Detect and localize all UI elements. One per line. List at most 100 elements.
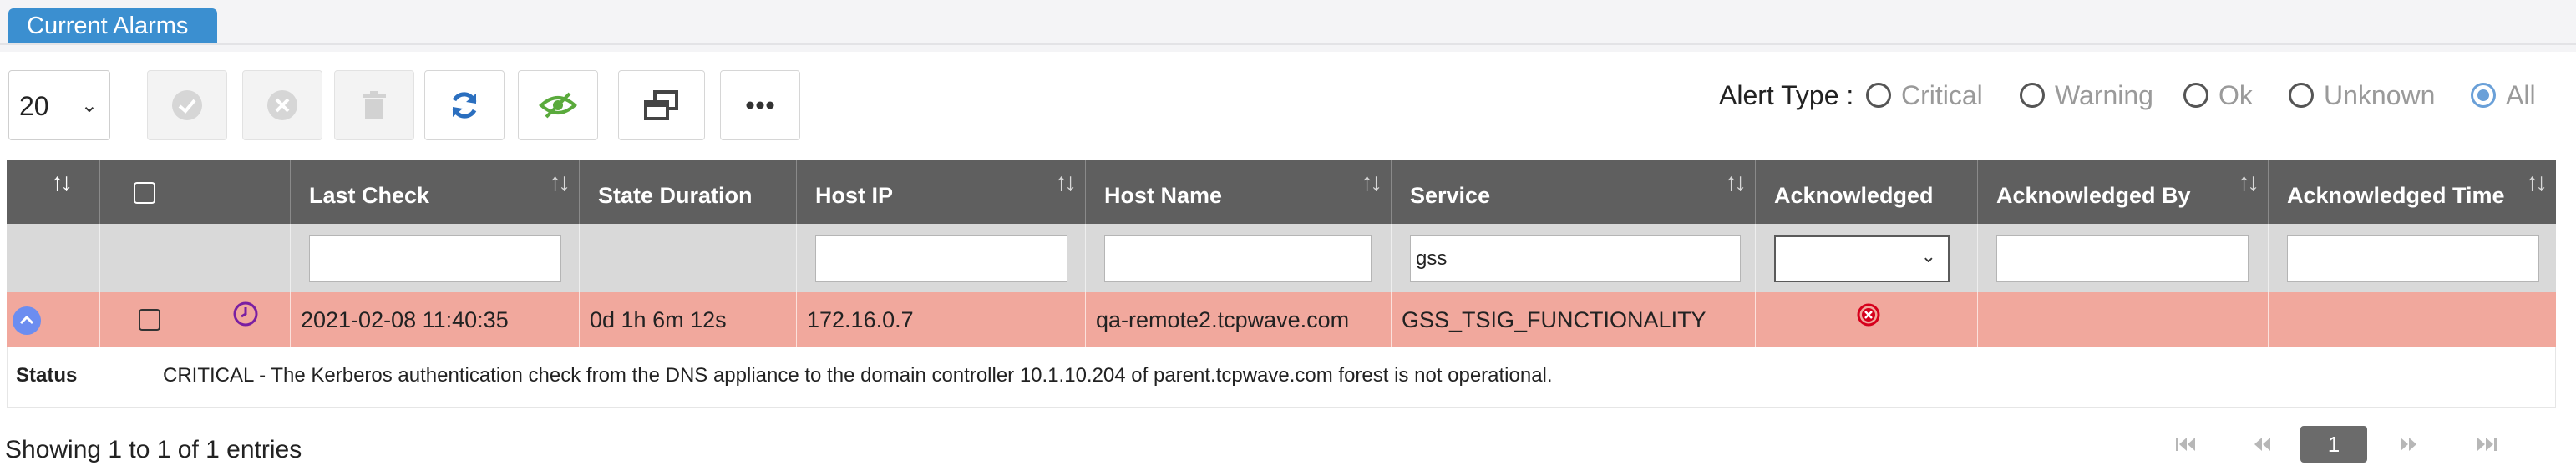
radio-label: Unknown	[2324, 79, 2436, 110]
tab-underline	[0, 43, 2576, 45]
radio-all[interactable]: All	[2471, 77, 2536, 114]
header-icon-col	[195, 160, 291, 224]
x-circle-icon	[267, 90, 297, 120]
radio-warning[interactable]: Warning	[2020, 77, 2153, 114]
tab-current-alarms[interactable]: Current Alarms	[8, 8, 217, 43]
header-service[interactable]: Service ↑↓	[1392, 160, 1756, 224]
header-select-all	[100, 160, 195, 224]
refresh-icon	[452, 92, 477, 119]
filter-cell	[1978, 224, 2269, 292]
status-message: CRITICAL - The Kerberos authentication c…	[163, 364, 1553, 387]
status-detail-row: Status CRITICAL - The Kerberos authentic…	[7, 347, 2556, 408]
filter-cell	[2269, 224, 2556, 292]
ellipsis-icon	[746, 101, 774, 109]
filter-cell	[195, 224, 291, 292]
header-last-check[interactable]: Last Check ↑↓	[291, 160, 580, 224]
first-page-button[interactable]	[2170, 426, 2200, 463]
header-label: Acknowledged Time	[2287, 183, 2505, 208]
last-page-icon	[2477, 438, 2497, 451]
filter-cell	[1086, 224, 1392, 292]
delete-button[interactable]	[334, 70, 414, 140]
clock-cell	[195, 292, 291, 347]
sort-icon: ↑↓	[1055, 169, 1077, 196]
select-all-checkbox[interactable]	[134, 182, 155, 204]
next-page-button[interactable]	[2394, 426, 2424, 463]
refresh-button[interactable]	[424, 70, 505, 140]
filter-cell	[797, 224, 1086, 292]
header-expand[interactable]: ↑↓	[7, 160, 100, 224]
eye-slash-icon	[539, 92, 577, 119]
radio-critical[interactable]: Critical	[1866, 77, 1983, 114]
radio-unknown[interactable]: Unknown	[2289, 77, 2435, 114]
radio-label: Critical	[1901, 79, 1983, 110]
sort-icon: ↑↓	[1361, 169, 1382, 196]
clock-icon[interactable]	[232, 301, 259, 327]
header-label: Acknowledged By	[1996, 183, 2191, 208]
more-button[interactable]	[720, 70, 800, 140]
host-ip-cell: 172.16.0.7	[797, 292, 1086, 347]
service-cell: GSS_TSIG_FUNCTIONALITY	[1392, 292, 1756, 347]
acknowledged-time-cell	[2269, 292, 2556, 347]
entries-info: Showing 1 to 1 of 1 entries	[5, 436, 302, 463]
trash-icon	[363, 91, 386, 119]
page-size-value: 20	[19, 91, 49, 121]
state-duration-cell: 0d 1h 6m 12s	[580, 292, 797, 347]
select-cell	[100, 292, 195, 347]
column-toggle-button[interactable]	[618, 70, 705, 140]
header-acknowledged-time[interactable]: Acknowledged Time ↑↓	[2269, 160, 2556, 224]
header-label: Acknowledged	[1774, 183, 1934, 208]
radio-label: All	[2506, 79, 2536, 110]
radio-label: Warning	[2055, 79, 2153, 110]
radio-label: Ok	[2219, 79, 2253, 110]
host-name-filter-input[interactable]	[1104, 235, 1372, 282]
header-host-ip[interactable]: Host IP ↑↓	[797, 160, 1086, 224]
status-label: Status	[16, 364, 78, 387]
sort-icon: ↑↓	[1725, 169, 1747, 196]
filter-cell: gss	[1392, 224, 1756, 292]
radio-circle-selected	[2471, 83, 2496, 108]
header-state-duration: State Duration	[580, 160, 797, 224]
radio-circle	[2020, 83, 2045, 108]
alert-type-label: Alert Type :	[1719, 80, 1854, 110]
radio-circle	[2183, 83, 2208, 108]
sort-icon: ↑↓	[2526, 169, 2548, 196]
acknowledge-button[interactable]	[147, 70, 227, 140]
radio-ok[interactable]: Ok	[2183, 77, 2253, 114]
service-filter-input[interactable]: gss	[1410, 235, 1741, 282]
header-acknowledged-by[interactable]: Acknowledged By ↑↓	[1978, 160, 2269, 224]
chevron-down-icon: ⌄	[80, 94, 98, 117]
page-number-current[interactable]: 1	[2300, 426, 2367, 463]
check-circle-icon	[172, 90, 202, 120]
acknowledged-filter-select[interactable]: ⌄	[1774, 235, 1950, 282]
sort-icon: ↑↓	[549, 169, 570, 196]
last-page-button[interactable]	[2472, 426, 2502, 463]
host-ip-filter-input[interactable]	[815, 235, 1067, 282]
header-label: State Duration	[598, 183, 753, 208]
toggle-visibility-button[interactable]	[518, 70, 598, 140]
first-page-icon	[2176, 438, 2195, 451]
last-check-filter-input[interactable]	[309, 235, 561, 282]
previous-page-icon	[2254, 438, 2270, 451]
filter-cell	[291, 224, 580, 292]
filter-row: gss ⌄	[7, 224, 2556, 292]
header-label: Host IP	[815, 183, 894, 208]
acknowledged-time-filter-input[interactable]	[2287, 235, 2539, 282]
previous-page-button[interactable]	[2247, 426, 2277, 463]
table-header: ↑↓ Last Check ↑↓ State Duration Host IP …	[7, 160, 2556, 224]
filter-cell: ⌄	[1756, 224, 1978, 292]
acknowledged-by-filter-input[interactable]	[1996, 235, 2249, 282]
chevron-up-icon[interactable]	[12, 306, 42, 336]
row-checkbox[interactable]	[139, 309, 160, 331]
unacknowledge-button[interactable]	[242, 70, 322, 140]
filter-cell	[7, 224, 100, 292]
table-row[interactable]: 2021-02-08 11:40:35 0d 1h 6m 12s 172.16.…	[7, 292, 2556, 347]
x-circle-icon	[1857, 303, 1880, 327]
filter-cell	[580, 224, 797, 292]
radio-circle	[1866, 83, 1891, 108]
header-host-name[interactable]: Host Name ↑↓	[1086, 160, 1392, 224]
header-label: Host Name	[1104, 183, 1223, 208]
host-name-cell: qa-remote2.tcpwave.com	[1086, 292, 1392, 347]
page-size-select[interactable]: 20 ⌄	[8, 70, 110, 140]
acknowledged-cell	[1756, 292, 1978, 347]
header-acknowledged: Acknowledged	[1756, 160, 1978, 224]
